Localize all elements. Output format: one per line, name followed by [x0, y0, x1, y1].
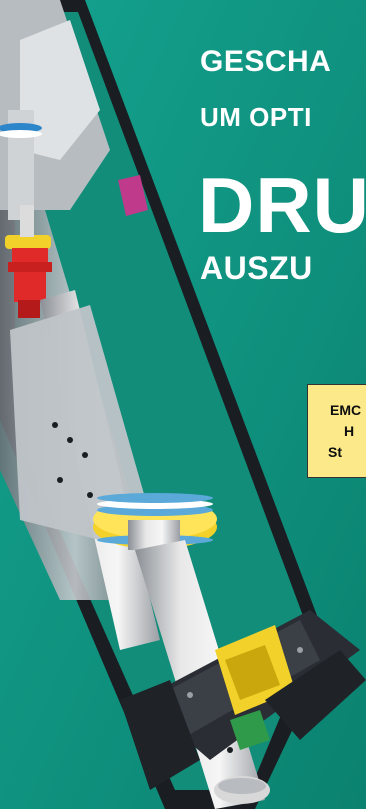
headline-line-1: GESCHA	[200, 45, 332, 78]
top-rings	[0, 123, 42, 138]
info-box-line-3: St	[328, 444, 342, 460]
title-subtitle: AUSZU	[200, 250, 313, 286]
info-box-line-2: H	[344, 423, 355, 439]
info-box: EMC H St	[307, 384, 366, 478]
piston-yellow-ring	[93, 493, 217, 550]
poster: GESCHA UM OPTI DRU AUSZU EMC H St	[0, 0, 366, 809]
headline-line-2: UM OPTI	[200, 102, 312, 132]
info-box-line-1: EMC	[330, 402, 362, 418]
title-main: DRU	[198, 161, 366, 249]
